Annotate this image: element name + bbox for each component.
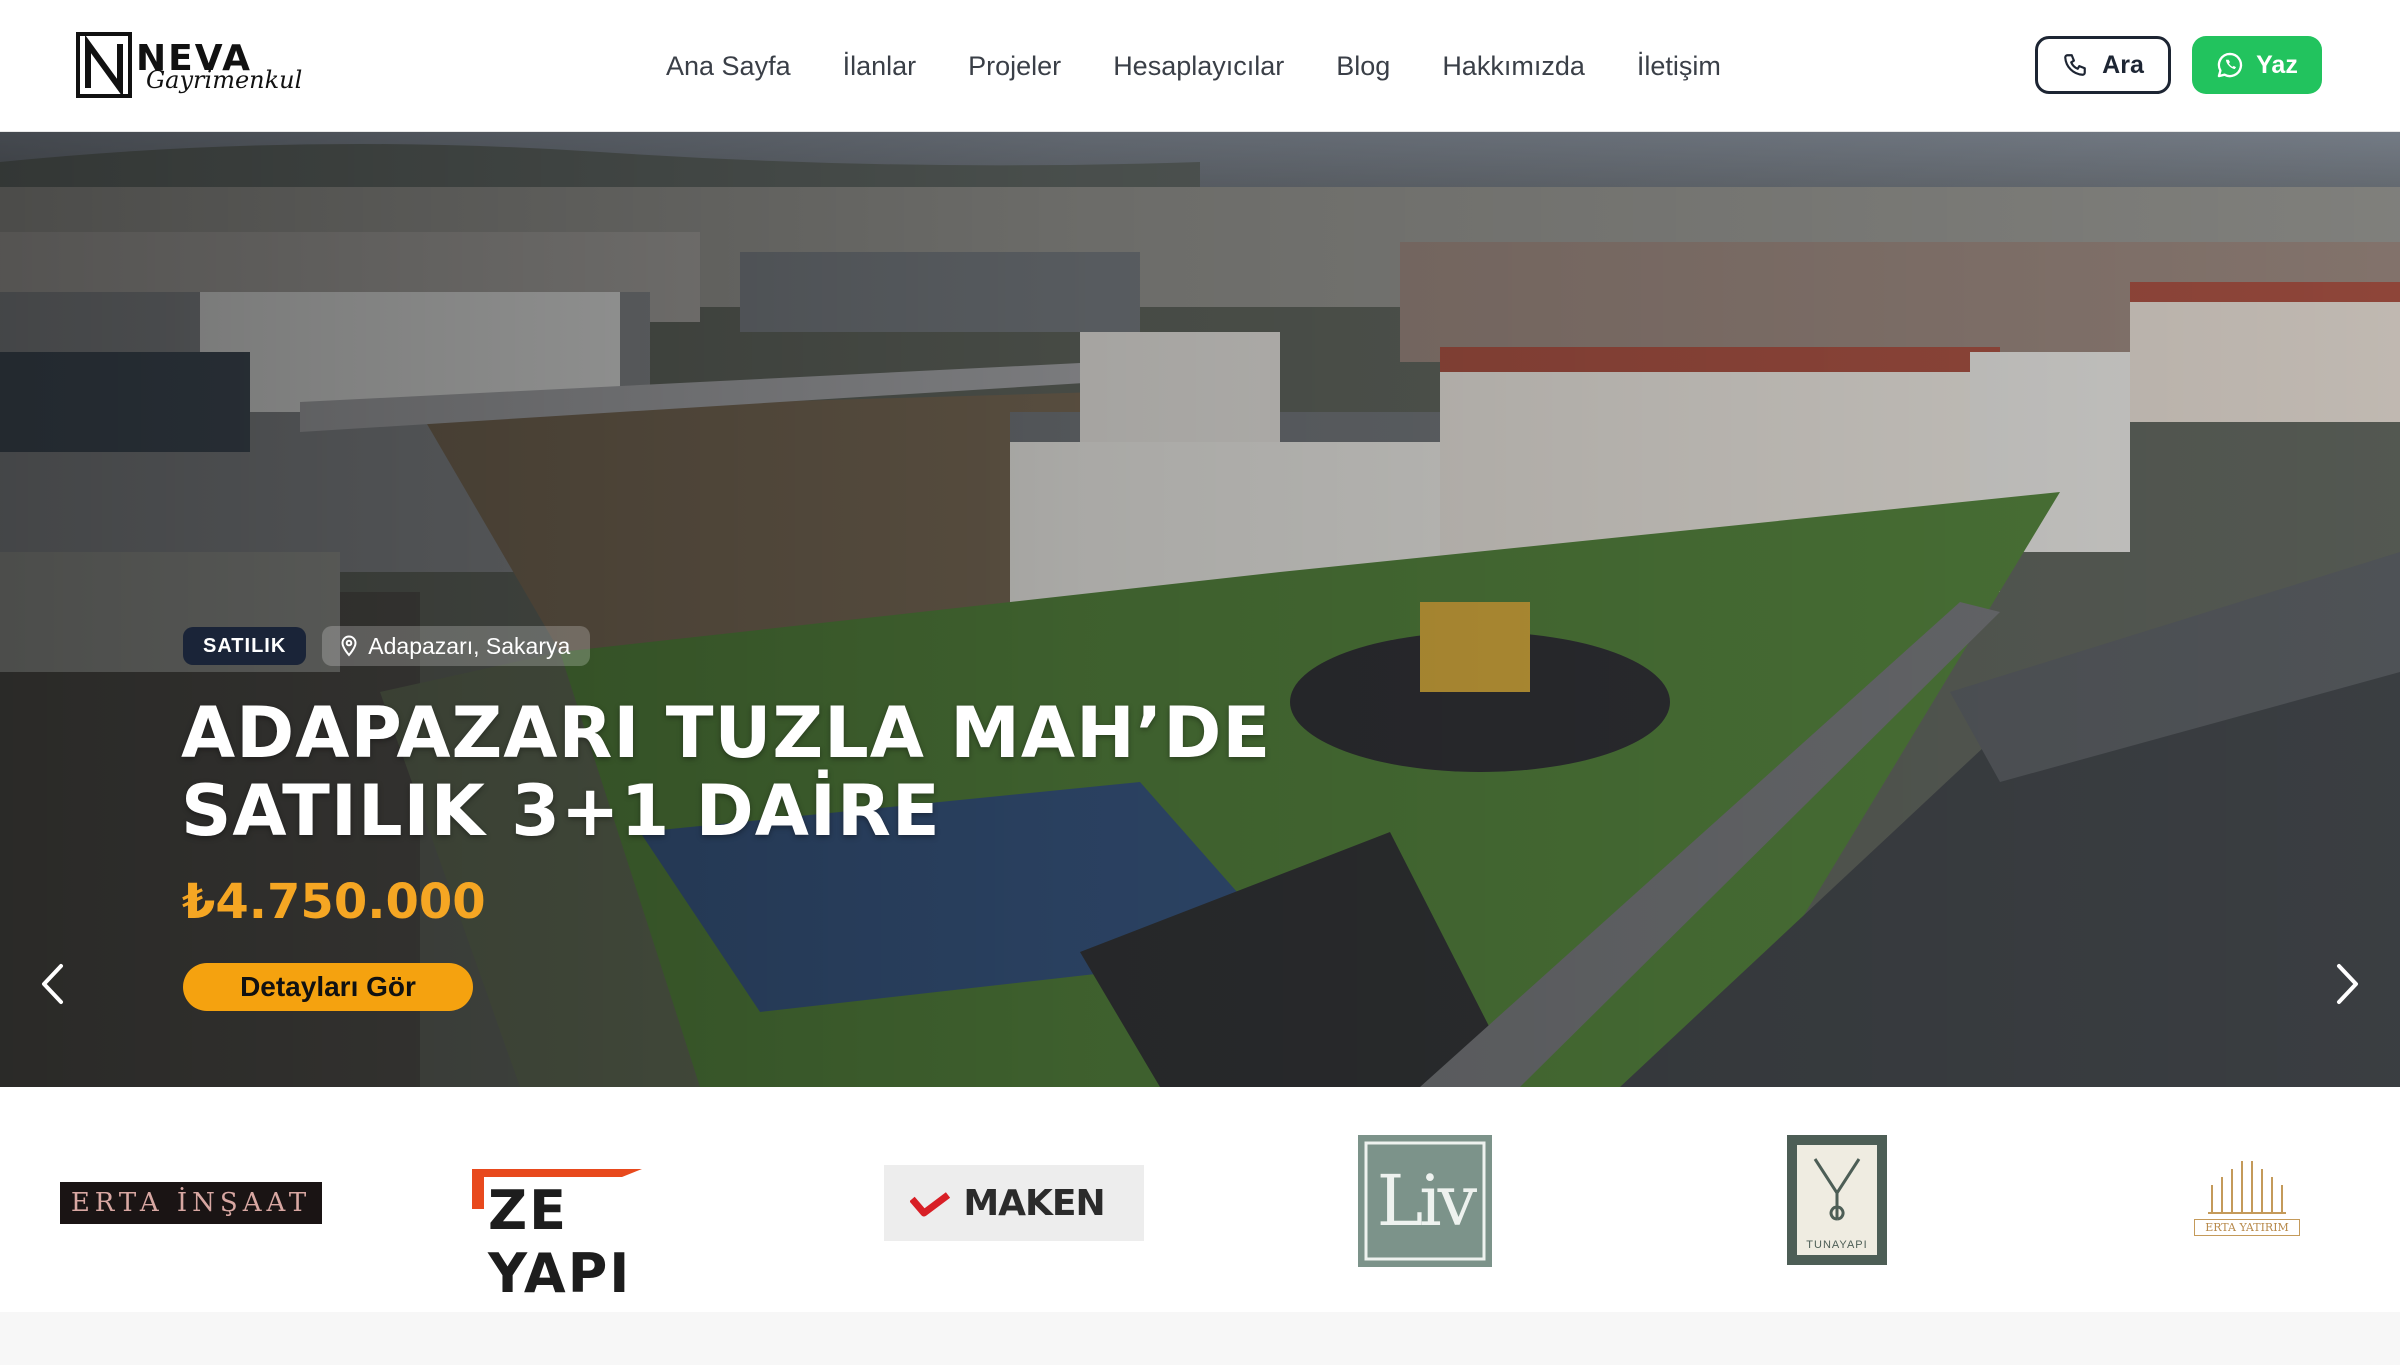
nav-hesaplayicilar[interactable]: Hesaplayıcılar (1087, 51, 1310, 82)
listing-price: ₺4.750.000 (182, 874, 486, 930)
partner-name: MAKEN (963, 1182, 1105, 1224)
nav-blog[interactable]: Blog (1310, 51, 1416, 82)
nav-iletisim[interactable]: İletişim (1611, 51, 1747, 82)
partner-name: ERTA YATIRIM (2194, 1218, 2300, 1236)
maken-check-icon (910, 1192, 950, 1217)
liv-frame-icon (1364, 1141, 1486, 1261)
whatsapp-button[interactable]: Yaz (2192, 36, 2322, 94)
location-pin-icon (341, 635, 357, 657)
whatsapp-button-label: Yaz (2256, 50, 2298, 79)
logo-wordmark: NEVA Gayrimenkul (136, 32, 302, 98)
partner-logos: ERTA İNŞAAT ZE YAPI MAKEN Liv TUNAYAPI E… (0, 1087, 2400, 1312)
listing-title-line-1: ADAPAZARI TUZLA MAH’DE (181, 692, 1272, 774)
slider-prev-button[interactable] (32, 954, 72, 1014)
hero-slider: SATILIK Adapazarı, Sakarya ADAPAZARI TUZ… (0, 132, 2400, 1087)
logo-mark-icon (76, 32, 132, 98)
phone-icon (2064, 54, 2086, 76)
chevron-left-icon (42, 964, 63, 1004)
call-button-label: Ara (2102, 50, 2144, 79)
partner-logo-maken[interactable]: MAKEN (884, 1165, 1144, 1241)
partner-name: TUNAYAPI (1806, 1239, 1868, 1251)
status-badge: SATILIK (183, 627, 307, 665)
main-nav: Ana Sayfa İlanlar Projeler Hesaplayıcıla… (640, 40, 1747, 92)
nav-projeler[interactable]: Projeler (942, 51, 1087, 82)
chevron-right-icon (2337, 964, 2358, 1004)
hero-overlay (0, 132, 2400, 1087)
partner-logo-liv[interactable]: Liv (1358, 1135, 1492, 1267)
nav-ilanlar[interactable]: İlanlar (817, 51, 943, 82)
call-button[interactable]: Ara (2035, 36, 2171, 94)
brand-logo[interactable]: NEVA Gayrimenkul (76, 30, 302, 100)
tunayapi-mark-icon (1813, 1158, 1861, 1221)
nav-ana-sayfa[interactable]: Ana Sayfa (640, 51, 817, 82)
location-text: Adapazarı, Sakarya (368, 632, 571, 659)
slider-next-button[interactable] (2328, 954, 2368, 1014)
partner-logo-ze-yapi[interactable]: ZE YAPI (472, 1169, 728, 1305)
view-details-button[interactable]: Detayları Gör (183, 963, 473, 1011)
nav-hakkimizda[interactable]: Hakkımızda (1416, 51, 1611, 82)
logo-subtitle: Gayrimenkul (146, 66, 303, 94)
location-badge: Adapazarı, Sakarya (322, 626, 591, 666)
erta-building-icon (2208, 1160, 2286, 1214)
partner-name: ERTA İNŞAAT (70, 1188, 312, 1218)
whatsapp-icon (2217, 52, 2243, 78)
partner-logo-tunayapi[interactable]: TUNAYAPI (1787, 1135, 1887, 1265)
listing-title-line-2: SATILIK 3+1 DAİRE (181, 770, 941, 852)
partner-logo-erta-yatirim[interactable]: ERTA YATIRIM (2184, 1151, 2310, 1239)
site-header: NEVA Gayrimenkul Ana Sayfa İlanlar Proje… (0, 0, 2400, 132)
listing-title: ADAPAZARI TUZLA MAH’DE SATILIK 3+1 DAİRE (181, 694, 1281, 850)
partner-logo-erta-insaat[interactable]: ERTA İNŞAAT (60, 1182, 322, 1224)
next-section-top (0, 1312, 2400, 1365)
listing-badges: SATILIK Adapazarı, Sakarya (183, 626, 591, 666)
partner-name: ZE YAPI (488, 1179, 632, 1305)
